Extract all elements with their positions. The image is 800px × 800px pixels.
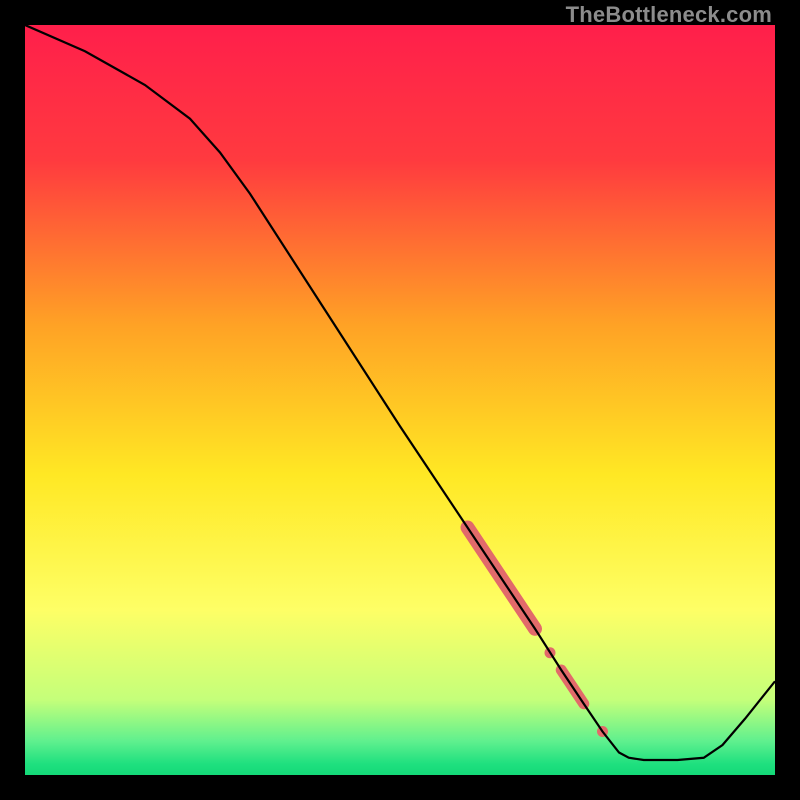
chart-svg	[25, 25, 775, 775]
watermark-text: TheBottleneck.com	[566, 2, 772, 28]
chart-plot-area	[25, 25, 775, 775]
chart-background-gradient	[25, 25, 775, 775]
